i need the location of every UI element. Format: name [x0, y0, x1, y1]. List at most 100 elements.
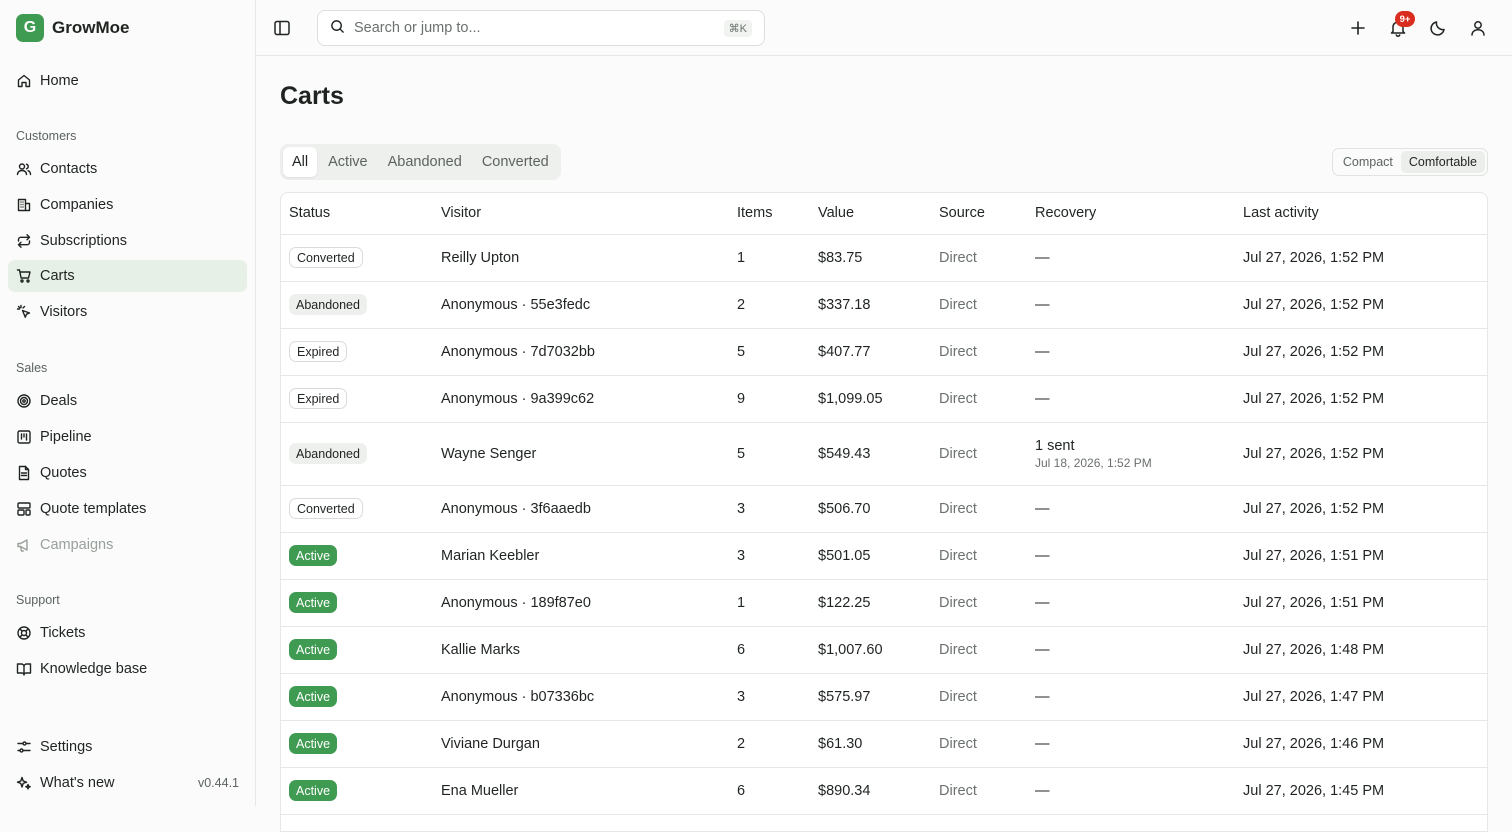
moon-icon[interactable]	[1428, 18, 1448, 38]
cell-value: $1,007.60	[810, 626, 931, 674]
cell-recovery: —	[1027, 767, 1235, 815]
column-header-last-activity[interactable]: Last activity	[1235, 193, 1487, 235]
recovery-status: —	[1035, 641, 1050, 658]
table-row[interactable]: Active Viviane Durgan 2 $61.30 Direct — Jul 27…	[281, 720, 1487, 768]
sidebar-item-deals[interactable]: Deals	[8, 385, 247, 417]
status-badge: Active	[289, 780, 338, 801]
sidebar-item-label: Visitors	[40, 304, 88, 320]
density-comfortable-button[interactable]: Comfortable	[1400, 151, 1485, 173]
sidebar-item-knowledge-base[interactable]: Knowledge base	[8, 653, 247, 685]
megaphone-icon	[16, 537, 32, 553]
brand[interactable]: G GrowMoe	[16, 14, 129, 42]
status-badge: Active	[289, 545, 338, 566]
search-input[interactable]	[354, 20, 715, 36]
cell-last-activity: Jul 27, 2026, 1:51 PM	[1235, 532, 1487, 580]
cell-last-activity: Jul 27, 2026, 1:52 PM	[1235, 281, 1487, 329]
recovery-status: 1 sent	[1035, 437, 1075, 454]
page-title: Carts	[280, 82, 344, 110]
cell-last-activity: Jul 27, 2026, 1:46 PM	[1235, 720, 1487, 768]
sidebar-toggle-icon[interactable]	[272, 18, 292, 38]
recovery-status: —	[1035, 688, 1050, 705]
sidebar-item-subscriptions[interactable]: Subscriptions	[8, 225, 247, 257]
cell-recovery: —	[1027, 281, 1235, 329]
tab-abandoned[interactable]: Abandoned	[379, 147, 471, 177]
cell-last-activity: Jul 27, 2026, 1:51 PM	[1235, 579, 1487, 627]
table-row[interactable]: Expired Anonymous · 7d7032bb 5 $407.77 Direc…	[281, 328, 1487, 376]
cell-source: Direct	[931, 579, 1027, 627]
cell-visitor: Anonymous · 55e3fedc	[433, 281, 729, 329]
sidebar-item-visitors[interactable]: Visitors	[8, 296, 247, 328]
recovery-status: —	[1035, 735, 1050, 752]
sidebar-item-label: Contacts	[40, 161, 98, 177]
sidebar-item-quotes[interactable]: Quotes	[8, 457, 247, 489]
sidebar-item-label: Home	[40, 73, 79, 89]
nav-group-sales: Sales	[16, 361, 48, 375]
sidebar-item-pipeline[interactable]: Pipeline	[8, 421, 247, 453]
table-row[interactable]: Active Marian Keebler 3 $501.05 Direct — Jul 2…	[281, 532, 1487, 580]
table-row[interactable]: Expired Anonymous · 9a399c62 9 $1,099.05 Dir…	[281, 375, 1487, 423]
column-header-value[interactable]: Value	[810, 193, 931, 235]
status-badge: Expired	[289, 341, 348, 362]
cell-value: $83.75	[810, 234, 931, 282]
status-badge: Active	[289, 592, 338, 613]
sidebar-item-companies[interactable]: Companies	[8, 189, 247, 221]
sidebar-item-label: Companies	[40, 197, 114, 213]
column-header-status[interactable]: Status	[281, 193, 433, 235]
carts-table: Status Visitor Items Value Source Recove…	[280, 192, 1488, 832]
sidebar-item-settings[interactable]: Settings	[8, 731, 247, 763]
tab-active[interactable]: Active	[319, 147, 377, 177]
search-shortcut: ⌘K	[723, 19, 752, 37]
table-row[interactable]: Active Kallie Marks 6 $1,007.60 Direct — Jul 2…	[281, 626, 1487, 674]
sidebar-item-contacts[interactable]: Contacts	[8, 153, 247, 185]
sidebar-item-tickets[interactable]: Tickets	[8, 617, 247, 649]
tab-all[interactable]: All	[283, 147, 318, 177]
sidebar-item-home[interactable]: Home	[8, 65, 247, 97]
cell-status: Active	[281, 720, 433, 768]
table-row[interactable]: Active Anonymous · 189f87e0 1 $122.25 Direct…	[281, 579, 1487, 627]
cell-last-activity: Jul 27, 2026, 1:52 PM	[1235, 485, 1487, 533]
cell-value: $506.70	[810, 485, 931, 533]
cell-status: Active	[281, 532, 433, 580]
sidebar-item-quote-templates[interactable]: Quote templates	[8, 493, 247, 525]
life-buoy-icon	[16, 625, 32, 641]
table-row[interactable]: Converted Reilly Upton 1 $83.75 Direct — Jul 2…	[281, 234, 1487, 282]
cell-value: $1,099.05	[810, 375, 931, 423]
cell-source: Direct	[931, 720, 1027, 768]
table-row[interactable]: Converted Anonymous · 3f6aaedb 3 $506.70 Dir…	[281, 485, 1487, 533]
cell-recovery: —	[1027, 485, 1235, 533]
cell-recovery: —	[1027, 579, 1235, 627]
cell-status: Expired	[281, 328, 433, 376]
cell-status: Converted	[281, 485, 433, 533]
building-icon	[16, 197, 32, 213]
cell-items: 1	[729, 579, 810, 627]
sidebar-item-carts[interactable]: Carts	[8, 260, 247, 292]
cell-items: 9	[729, 375, 810, 423]
density-toggle: Compact Comfortable	[1331, 148, 1488, 176]
density-compact-button[interactable]: Compact	[1335, 151, 1401, 173]
pointer-click-icon	[16, 304, 32, 320]
table-row[interactable]: Abandoned Wayne Senger 5 $549.43 Direct 1 sen…	[281, 422, 1487, 486]
recovery-status: —	[1035, 343, 1050, 360]
cell-items: 2	[729, 720, 810, 768]
cell-items: 6	[729, 626, 810, 674]
table-row[interactable]: Active Ena Mueller 6 $890.34 Direct — Jul 27, …	[281, 767, 1487, 815]
sidebar-item-label: Carts	[40, 268, 75, 284]
user-icon[interactable]	[1468, 18, 1488, 38]
sidebar-item-label: Deals	[40, 393, 78, 409]
tab-converted[interactable]: Converted	[473, 147, 558, 177]
column-header-source[interactable]: Source	[931, 193, 1027, 235]
search-box[interactable]: ⌘K	[317, 10, 765, 46]
column-header-visitor[interactable]: Visitor	[433, 193, 729, 235]
repeat-icon	[16, 233, 32, 249]
cell-source: Direct	[931, 767, 1027, 815]
cell-status: Abandoned	[281, 281, 433, 329]
sidebar-item-whats-new[interactable]: What's new v0.44.1	[8, 767, 247, 799]
table-row[interactable]: Active Anonymous · b07336bc 3 $575.97 Direct…	[281, 673, 1487, 721]
table-row[interactable]: Abandoned Anonymous · 55e3fedc 2 $337.18 Dir…	[281, 281, 1487, 329]
sidebar-item-campaigns[interactable]: Campaigns	[8, 529, 247, 561]
plus-icon[interactable]	[1348, 18, 1368, 38]
cell-value: $575.97	[810, 673, 931, 721]
column-header-items[interactable]: Items	[729, 193, 810, 235]
cell-visitor: Anonymous · b07336bc	[433, 673, 729, 721]
column-header-recovery[interactable]: Recovery	[1027, 193, 1235, 235]
